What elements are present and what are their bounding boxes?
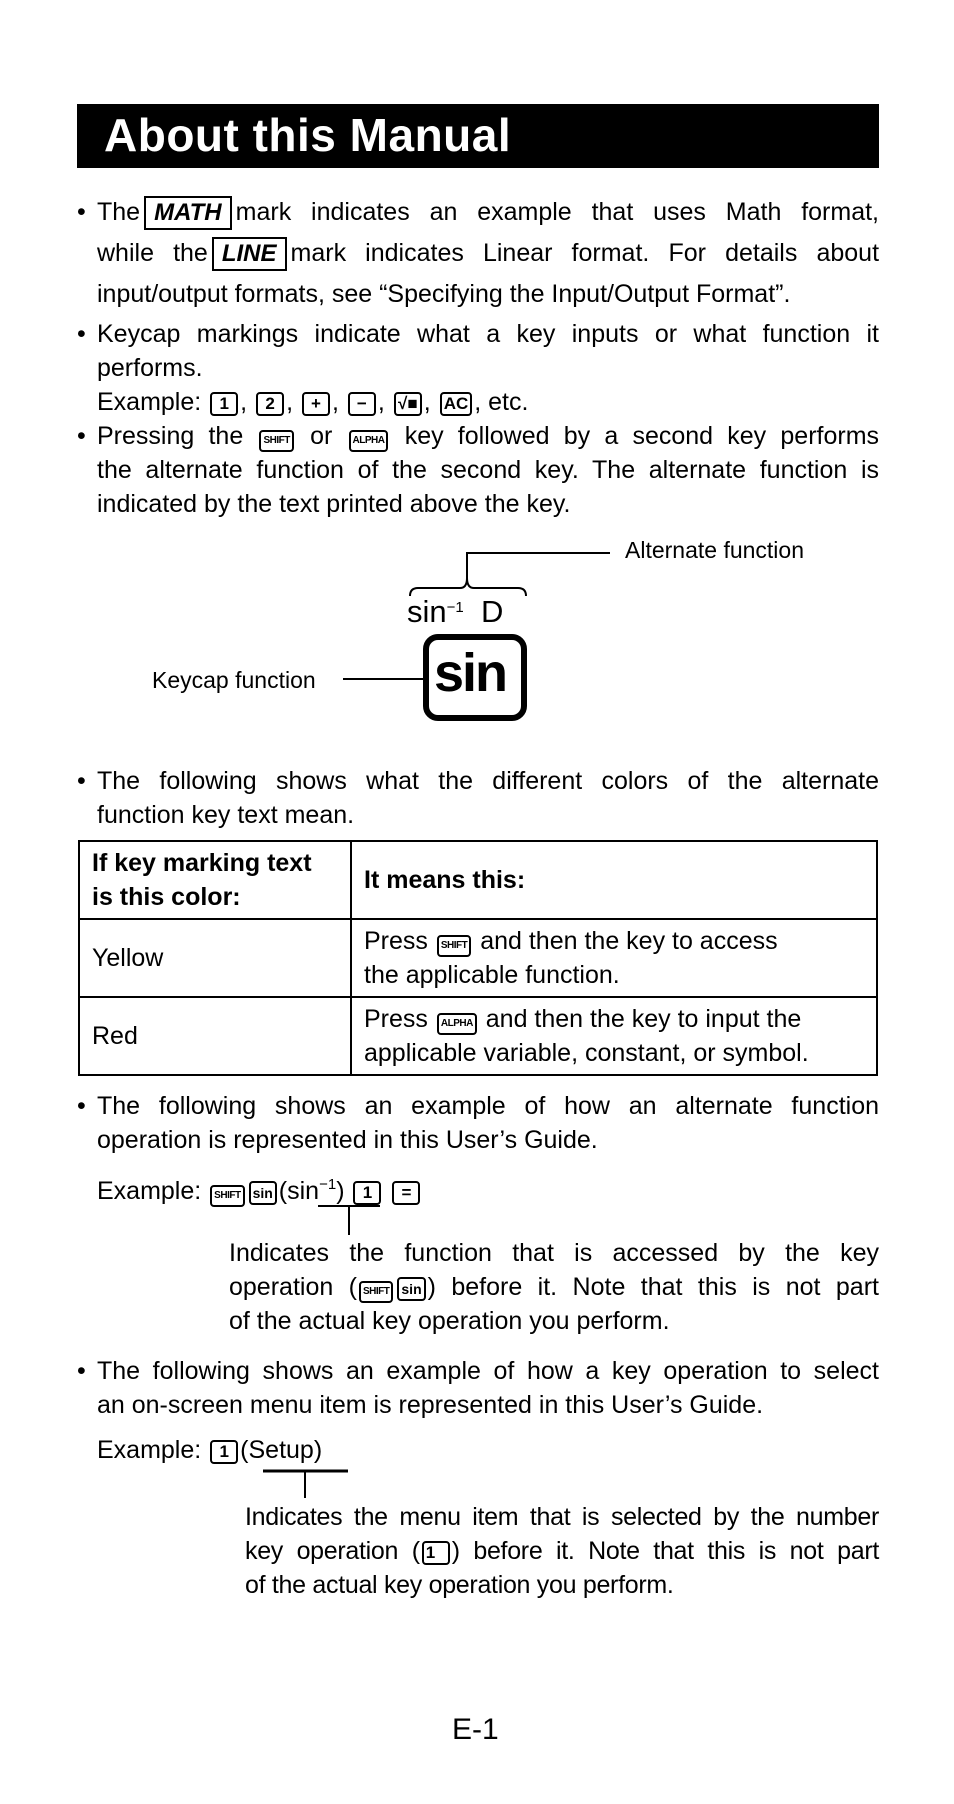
bullet: •	[77, 1092, 86, 1120]
key-shift: SHIFT	[210, 1185, 245, 1207]
bullet-colors: • The following shows what the different…	[77, 764, 879, 832]
section-title: About this Manual	[104, 109, 512, 161]
table-header: If key marking text is this color:	[78, 840, 352, 920]
key-alpha: ALPHA	[436, 1013, 477, 1035]
bullet-alternate-example: • The following shows an example of how …	[77, 1089, 879, 1157]
key-1: 1	[353, 1181, 382, 1205]
bullet: •	[77, 1357, 86, 1385]
bullet-keycap: • Keycap markings indicate what a key in…	[77, 317, 879, 419]
menu-example: Example: 1 (Setup)	[97, 1436, 323, 1464]
key-shift: SHIFT	[359, 1281, 394, 1303]
alternate-function-label: Alternate function	[625, 537, 805, 563]
key-minus: −	[347, 392, 376, 416]
line-mark: LINE	[211, 237, 287, 271]
key-equals: =	[392, 1181, 421, 1205]
section-title-bar: About this Manual	[77, 104, 879, 168]
sin-keycap-text: sin	[434, 643, 508, 703]
bullet-shift-alpha: • Pressing the SHIFT or ALPHA key follow…	[77, 419, 879, 521]
table-row: Red Press ALPHA and then the key to inpu…	[78, 996, 878, 1076]
menu-example-note: Indicates the menu item that is selected…	[245, 1503, 879, 1599]
bullet: •	[77, 422, 86, 450]
color-meaning-table: If key marking text is this color: It me…	[78, 840, 878, 1076]
page-number: E-1	[452, 1713, 499, 1746]
keycap-function-label: Keycap function	[152, 667, 316, 693]
key-ac: AC	[439, 392, 473, 416]
alternate-example-note: Indicates the function that is accessed …	[229, 1239, 879, 1335]
table-cell-meaning: Press ALPHA and then the key to input th…	[350, 996, 878, 1076]
key-2: 2	[256, 392, 285, 416]
alternate-leader-line	[466, 552, 610, 578]
bullet: •	[77, 767, 86, 795]
key-alpha: ALPHA	[348, 430, 389, 452]
bullet: •	[77, 198, 86, 226]
menu-item-text: (Setup)	[240, 1436, 323, 1464]
key-sin: sin	[397, 1277, 426, 1301]
alternate-text: sin−1 D	[407, 594, 504, 629]
table-cell-color: Red	[78, 996, 352, 1076]
bullet-menu-example: • The following shows an example of how …	[77, 1354, 879, 1422]
table-cell-meaning: Press SHIFT and then the key to access th…	[350, 918, 878, 998]
key-shift: SHIFT	[436, 935, 472, 957]
key-1: 1	[210, 392, 239, 416]
math-mark: MATH	[144, 196, 232, 230]
table-header: It means this:	[350, 840, 878, 920]
key-shift: SHIFT	[259, 430, 294, 452]
key-1: 1	[421, 1541, 450, 1565]
bullet-math-line: • The MATH mark indicates an example that …	[77, 192, 879, 315]
key-1: 1	[210, 1440, 239, 1464]
key-sin: sin	[248, 1181, 277, 1205]
key-plus: +	[301, 392, 330, 416]
bullet: •	[77, 320, 86, 348]
table-header-row: If key marking text is this color: It me…	[78, 840, 878, 920]
alternate-example: Example: SHIFT sin (sin−1) 1 =	[97, 1168, 422, 1208]
alternate-function-text: (sin−1)	[278, 1176, 345, 1205]
table-row: Yellow Press SHIFT and then the key to a…	[78, 918, 878, 998]
key-sqrt: √■	[393, 392, 422, 416]
table-cell-color: Yellow	[78, 918, 352, 998]
